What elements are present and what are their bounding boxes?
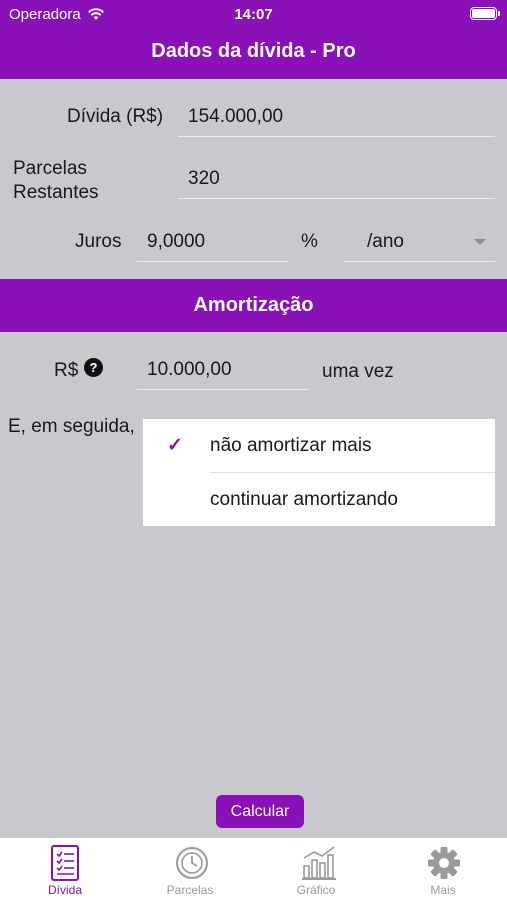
calcular-button[interactable]: Calcular <box>216 795 304 828</box>
then-label: E, em seguida, <box>8 416 135 437</box>
amortizacao-amount-input[interactable]: 10.000,00 <box>137 350 309 390</box>
tab-bar: Dívida Parcelas Gráfico Mais <box>0 837 507 900</box>
tab-label: Mais <box>430 883 456 897</box>
option-nao-amortizar[interactable]: ✓ não amortizar mais <box>143 419 495 472</box>
list-icon <box>51 845 79 881</box>
tab-label: Parcelas <box>166 883 214 897</box>
chevron-down-icon <box>474 239 486 245</box>
tab-label: Gráfico <box>296 883 336 897</box>
battery-icon <box>470 7 500 20</box>
tab-mais[interactable]: Mais <box>380 838 506 900</box>
tab-divida[interactable]: Dívida <box>2 838 128 900</box>
parcelas-label: Parcelas Restantes <box>13 157 99 205</box>
option-label: não amortizar mais <box>210 434 372 456</box>
parcelas-input[interactable]: 320 <box>178 159 495 199</box>
status-bar: Operadora 14:07 <box>0 0 507 28</box>
juros-period-select[interactable]: /ano <box>343 222 495 262</box>
header-bar: Operadora 14:07 Dados da dívida - Pro <box>0 0 507 79</box>
juros-period-value: /ano <box>367 230 404 252</box>
amortizacao-frequency[interactable]: uma vez <box>322 361 394 383</box>
parcelas-label-line2: Restantes <box>13 182 99 203</box>
divida-label: Dívida (R$) <box>67 106 164 127</box>
option-label: continuar amortizando <box>210 488 398 510</box>
amortizacao-section-title: Amortização <box>0 279 507 332</box>
page-title: Dados da dívida - Pro <box>151 40 356 62</box>
gear-icon <box>428 847 460 879</box>
tab-label: Dívida <box>47 883 82 897</box>
help-icon[interactable]: ? <box>84 358 103 377</box>
checkmark-icon: ✓ <box>167 435 183 456</box>
juros-input[interactable]: 9,0000 <box>137 222 289 262</box>
amortizacao-currency-label: R$ <box>54 360 79 381</box>
amortizacao-options-menu: ✓ não amortizar mais continuar amortizan… <box>143 419 495 526</box>
parcelas-label-line1: Parcelas <box>13 158 87 179</box>
clock-icon <box>176 847 208 879</box>
tab-parcelas[interactable]: Parcelas <box>127 838 253 900</box>
divida-input[interactable]: 154.000,00 <box>178 97 495 137</box>
option-continuar-amortizando[interactable]: continuar amortizando <box>143 473 495 526</box>
status-time: 14:07 <box>234 6 273 23</box>
tab-grafico[interactable]: Gráfico <box>253 838 379 900</box>
juros-unit: % <box>301 231 318 252</box>
bar-chart-icon <box>302 846 336 880</box>
juros-label: Juros <box>75 231 122 252</box>
